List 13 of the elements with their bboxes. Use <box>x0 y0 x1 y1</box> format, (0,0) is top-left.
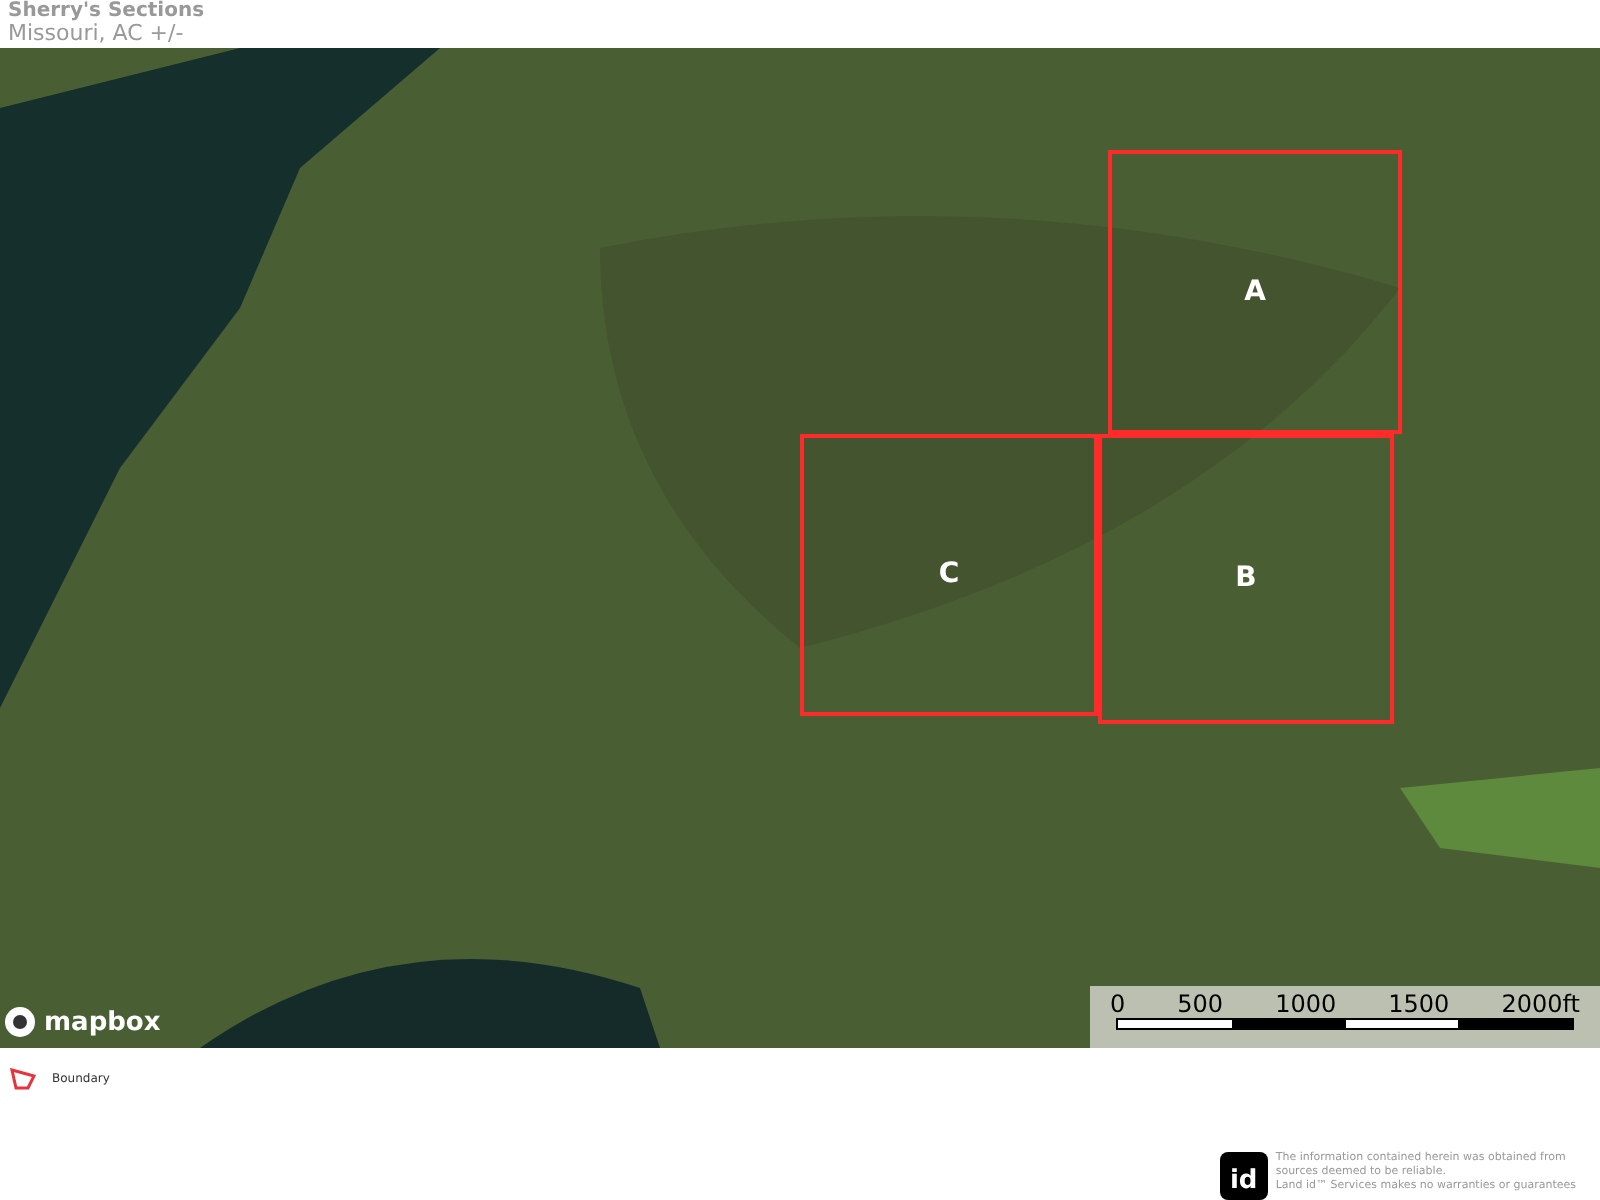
map-title: Sherry's Sections <box>8 0 207 22</box>
mapbox-logo-icon <box>4 1006 36 1039</box>
land-id-logo: id <box>1219 1152 1268 1200</box>
parcel-label: C <box>938 556 960 594</box>
scale-label: 500 <box>1177 990 1224 1018</box>
scale-label: 0 <box>1110 990 1126 1018</box>
scale-label: 1500 <box>1388 990 1450 1018</box>
scale-label: 2000ft <box>1501 990 1580 1018</box>
parcel-label: A <box>1244 273 1266 311</box>
map-attribution: mapbox <box>44 1005 161 1041</box>
parcel-label: B <box>1235 560 1257 598</box>
map-subtitle: Missouri, AC +/- <box>8 22 186 46</box>
scale-label: 1000 <box>1275 990 1337 1018</box>
